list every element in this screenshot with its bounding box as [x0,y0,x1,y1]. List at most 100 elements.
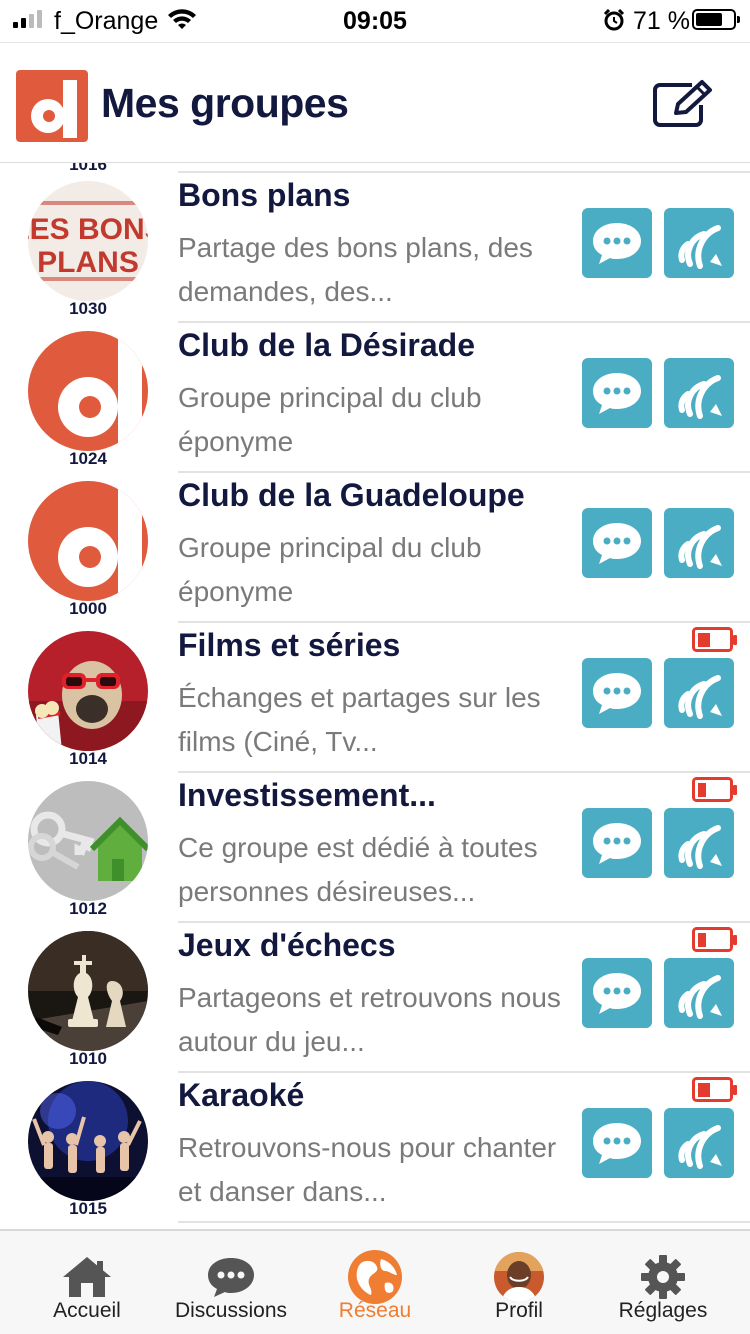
globe-icon [347,1249,403,1305]
group-description: Partageons et retrouvons nous autour du … [178,982,561,1057]
app-header: Mes groupes [0,42,750,163]
group-row-divider-bottom [0,1221,750,1229]
open-chat-button[interactable] [582,208,652,278]
tab-accueil[interactable]: Accueil [22,1231,152,1334]
tab-reseau[interactable]: Réseau [310,1231,440,1334]
svg-text:PLANS: PLANS [37,246,139,279]
low-battery-icon [692,1077,737,1102]
low-battery-icon [692,927,737,952]
group-description: Retrouvons-nous pour chanter et danser d… [178,1132,557,1207]
low-battery-icon [692,627,737,652]
open-chat-button[interactable] [582,658,652,728]
open-feed-button[interactable] [664,508,734,578]
group-avatar-d-logo [28,481,148,601]
open-chat-button[interactable] [582,958,652,1028]
group-row[interactable]: 1015 Karaoké Retrouvons-nous pour chante… [0,1071,750,1221]
open-chat-button[interactable] [582,358,652,428]
gear-icon [635,1249,691,1305]
open-feed-button[interactable] [664,1108,734,1178]
tab-label: Réseau [338,1299,412,1322]
tab-label: Profil [495,1299,543,1322]
group-description: Groupe principal du club éponyme [178,532,482,607]
group-row[interactable]: 1014 Films et séries Échanges et partage… [0,621,750,771]
group-row[interactable]: 1000 Club de la Guadeloupe Groupe princi… [0,471,750,621]
group-avatar-d-logo [28,331,148,451]
group-description: Échanges et partages sur les films (Ciné… [178,682,541,757]
group-avatar-pug-cinema [28,631,148,751]
group-name: Investissement... [178,777,436,813]
row-divider [178,1221,750,1223]
chat-bubble-icon [593,823,641,864]
tab-label: Accueil [53,1299,121,1322]
battery-percentage: 71 % [633,7,690,35]
group-row[interactable]: 1024 Club de la Désirade Groupe principa… [0,321,750,471]
broadcast-icon [678,1125,722,1169]
open-feed-button[interactable] [664,958,734,1028]
low-battery-icon [692,777,737,802]
tab-profil[interactable]: Profil [454,1231,584,1334]
group-avatar-les-bons-plans: LES BONS PLANS [28,181,148,301]
tab-discussions[interactable]: Discussions [166,1231,296,1334]
broadcast-icon [678,825,722,869]
group-description: Groupe principal du club éponyme [178,382,482,457]
broadcast-icon [678,675,722,719]
page-title: Mes groupes [101,80,349,126]
group-id: 1000 [69,599,107,618]
group-id: 1010 [69,1049,107,1068]
row-divider [178,171,750,173]
tab-reglages[interactable]: Réglages [598,1231,728,1334]
group-avatar-chess [28,931,148,1051]
group-row[interactable]: 1010 Jeux d'échecs Partageons et retrouv… [0,921,750,1071]
group-avatar-keys-house [28,781,148,901]
chat-bubble-icon [593,373,641,414]
edit-icon [653,80,712,127]
open-feed-button[interactable] [664,658,734,728]
group-list[interactable]: 1016 LES BONS PLANS 1030 Bons plans Part… [0,163,750,1229]
broadcast-icon [678,525,722,569]
app-logo [16,70,88,147]
open-feed-button[interactable] [664,358,734,428]
home-icon [59,1249,115,1305]
chat-bubble-icon [593,973,641,1014]
open-feed-button[interactable] [664,808,734,878]
chat-bubble-icon [593,223,641,264]
profile-avatar [491,1249,547,1305]
chat-bubble-icon [203,1249,259,1305]
open-chat-button[interactable] [582,808,652,878]
group-name: Bons plans [178,177,351,213]
row-divider [178,921,750,923]
row-divider [178,471,750,473]
chat-bubble-icon [593,523,641,564]
open-feed-button[interactable] [664,208,734,278]
group-id: 1014 [69,749,107,768]
chat-bubble-icon [593,1123,641,1164]
broadcast-icon [678,975,722,1019]
row-divider [178,771,750,773]
group-description: Partage des bons plans, des demandes, de… [178,232,533,307]
broadcast-icon [678,375,722,419]
group-row[interactable]: 1012 Investissement... Ce groupe est déd… [0,771,750,921]
group-id: 1012 [69,899,107,918]
status-bar: f_Orange 09:05 71 % [0,0,750,42]
chat-bubble-icon [593,673,641,714]
row-divider [178,621,750,623]
row-divider [178,1071,750,1073]
group-description: Ce groupe est dédié à toutes personnes d… [178,832,538,907]
group-id: 1015 [69,1199,107,1218]
group-name: Films et séries [178,627,401,663]
group-name: Club de la Guadeloupe [178,477,525,513]
row-divider [178,321,750,323]
group-name: Jeux d'échecs [178,927,396,963]
open-chat-button[interactable] [582,1108,652,1178]
group-name: Karaoké [178,1077,305,1113]
group-name: Club de la Désirade [178,327,475,363]
open-chat-button[interactable] [582,508,652,578]
group-id: 1030 [69,299,107,318]
group-id: 1024 [69,449,107,468]
group-row[interactable]: LES BONS PLANS 1030 Bons plans Partage d… [0,171,750,321]
tab-label: Discussions [174,1299,288,1322]
group-avatar-concert [28,1081,148,1201]
bottom-tab-bar: Accueil Discussions Réseau Profil Réglag… [0,1229,750,1334]
compose-button[interactable] [652,79,714,134]
alarm-icon [603,8,625,38]
